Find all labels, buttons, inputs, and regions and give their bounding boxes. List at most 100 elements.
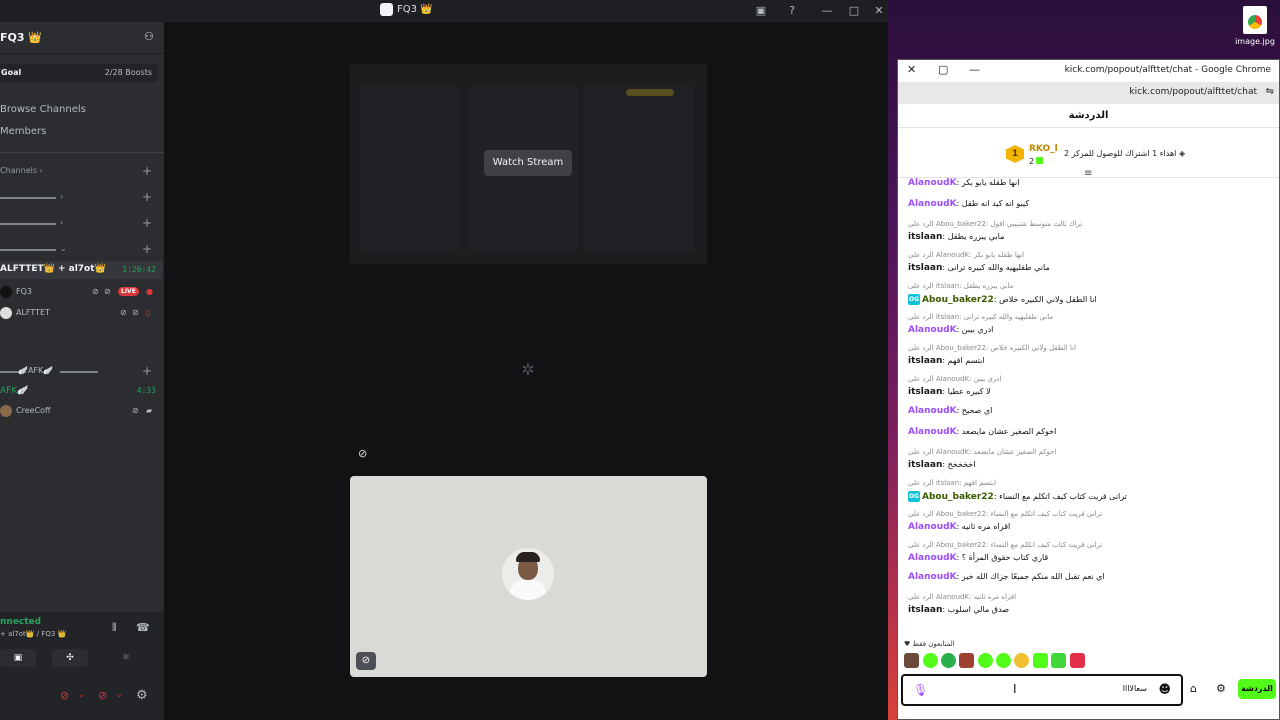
boost-goal[interactable]: Goal 2/28 Boosts xyxy=(0,64,158,82)
reply-context[interactable]: الرد على itslaan: ماني طقليهيه والله كبي… xyxy=(908,313,1053,321)
mic-icon[interactable]: 🎙 xyxy=(913,683,928,697)
chat-message: itslaan: لا كبيره عطيا xyxy=(908,387,991,397)
emote[interactable] xyxy=(923,653,938,668)
help-icon[interactable]: ? xyxy=(783,2,801,20)
add-channel-icon[interactable]: + xyxy=(142,216,152,230)
reply-context[interactable]: الرد على AlanoudK: اخوكم الصغير عشان ماي… xyxy=(908,448,1056,456)
inbox-icon[interactable]: ▣ xyxy=(752,2,770,20)
server-header[interactable]: FQ3 👑 ⌄ ⚇ xyxy=(0,22,164,54)
chat-username[interactable]: AlanoudK xyxy=(908,325,957,335)
chat-username[interactable]: itslaan xyxy=(908,460,942,470)
add-channel-icon[interactable]: + xyxy=(142,242,152,256)
pinned-username[interactable]: RKO_l xyxy=(1029,144,1058,154)
voice-channel-path: + al7ot👑 / FQ3 👑 xyxy=(0,630,67,638)
divider-line xyxy=(0,223,56,225)
reply-context[interactable]: الرد على AlanoudK: انها طقله يابو بكر xyxy=(908,251,1024,259)
disconnect-icon[interactable]: ☎ xyxy=(136,621,150,634)
chat-username[interactable]: AlanoudK xyxy=(908,522,957,532)
chat-text: مابي يبزره يطقل xyxy=(947,232,1005,241)
emote[interactable] xyxy=(996,653,1011,668)
channels-category[interactable]: Channels › + xyxy=(0,164,160,178)
chat-message: AlanoudK: ادري بيبن xyxy=(908,325,994,335)
emote[interactable] xyxy=(1070,653,1085,668)
emote[interactable] xyxy=(904,653,919,668)
site-settings-icon[interactable]: ⇋ xyxy=(1266,86,1274,97)
members-link[interactable]: Members xyxy=(0,126,46,137)
voice-user-alfttet[interactable]: ALFTTET ⊘ ⊘ ▯ xyxy=(0,307,160,321)
chat-username[interactable]: AlanoudK xyxy=(908,406,957,416)
reply-context[interactable]: الرد على itslaan: ابتسم افهم xyxy=(908,479,996,487)
emote[interactable] xyxy=(1033,653,1048,668)
emote[interactable] xyxy=(959,653,974,668)
chat-username[interactable]: AlanoudK xyxy=(908,199,957,209)
soundboard-button[interactable]: ✱ xyxy=(108,649,144,667)
emoji-icon[interactable]: ☻ xyxy=(1158,682,1171,696)
reply-context[interactable]: الرد على AlanoudK: اقراه مره ثانيه xyxy=(908,593,1016,601)
chat-username[interactable]: Abou_baker22 xyxy=(922,492,994,502)
chat-username[interactable]: AlanoudK xyxy=(908,178,957,188)
chevron-down-icon[interactable]: ⌄ xyxy=(116,690,123,699)
chat-username[interactable]: Abou_baker22 xyxy=(922,295,994,305)
reply-context[interactable]: الرد على Abou_baker22: انا الطقل ولاني ا… xyxy=(908,344,1076,352)
voice-channel-active[interactable]: ALFTTET👑 + al7ot👑 1:26:42 xyxy=(0,261,162,279)
desktop-file-icon[interactable]: image.jpg xyxy=(1235,6,1275,46)
avatar xyxy=(0,286,12,298)
stream-preview-card[interactable]: Watch Stream xyxy=(350,64,707,264)
store-icon[interactable]: ⌂ xyxy=(1190,682,1197,695)
reply-context[interactable]: الرد على itslaan: مابي يبزره يطقل xyxy=(908,282,1013,290)
divider xyxy=(0,152,164,153)
settings-gear-icon[interactable]: ⚙ xyxy=(136,688,148,703)
chat-username[interactable]: AlanoudK xyxy=(908,427,957,437)
camera-button[interactable]: ▣ xyxy=(0,649,36,667)
address-bar[interactable]: kick.com/popout/alfttet/chat ⇋ xyxy=(898,82,1279,104)
camera-tile[interactable]: ⊘ xyxy=(350,476,707,677)
noise-suppression-icon[interactable]: ⫴ xyxy=(112,621,117,635)
rank-badge: 1 xyxy=(1006,145,1024,163)
screen-share-icon: ● xyxy=(146,287,153,296)
chat-text: انها طقله يابو بكر xyxy=(961,178,1020,187)
emote[interactable] xyxy=(1014,653,1029,668)
chat-input[interactable]: 🎙 I سعالاااا ☻ xyxy=(901,674,1183,706)
chat-username[interactable]: itslaan xyxy=(908,605,942,615)
chat-username[interactable]: itslaan xyxy=(908,263,942,273)
avatar xyxy=(0,307,12,319)
chat-text: كيبو انه كيد انه طقل xyxy=(961,199,1030,208)
chevron-down-icon[interactable]: ⌄ xyxy=(78,690,85,699)
browse-channels-link[interactable]: Browse Channels xyxy=(0,104,86,115)
emote[interactable] xyxy=(941,653,956,668)
maximize-button[interactable]: □ xyxy=(845,2,863,20)
add-channel-icon[interactable]: + xyxy=(142,164,152,178)
text-cursor-icon: I xyxy=(1013,682,1017,696)
watch-stream-button[interactable]: Watch Stream xyxy=(484,150,572,176)
chat-messages: AlanoudK: انها طقله يابو بكر AlanoudK: كي… xyxy=(898,178,1279,638)
close-button[interactable]: ✕ xyxy=(870,2,888,20)
chat-username[interactable]: itslaan xyxy=(908,387,942,397)
voice-channel-afk[interactable]: AFK🪽 4:33 xyxy=(0,385,162,399)
emote[interactable] xyxy=(1051,653,1066,668)
minimize-button[interactable]: — xyxy=(818,2,836,20)
chat-username[interactable]: AlanoudK xyxy=(908,572,957,582)
reply-context[interactable]: الرد على Abou_baker22: تراك ثالث متوسط ش… xyxy=(908,220,1082,228)
activities-button[interactable]: ✣ xyxy=(52,649,88,667)
reply-context[interactable]: الرد على AlanoudK: ادري بيبن xyxy=(908,375,1001,383)
hide-video-icon[interactable]: ⊘ xyxy=(358,447,367,460)
emote[interactable] xyxy=(978,653,993,668)
add-user-icon[interactable]: ⚇ xyxy=(144,30,154,43)
hide-video-icon[interactable]: ⊘ xyxy=(356,652,376,670)
voice-user-fq3[interactable]: FQ3 ⊘ ⊘ LIVE ● xyxy=(0,286,160,300)
reply-context[interactable]: الرد على Abou_baker22: ترانى قريت كتاب ك… xyxy=(908,510,1102,518)
add-channel-icon[interactable]: + xyxy=(142,364,152,378)
chat-username[interactable]: AlanoudK xyxy=(908,553,957,563)
voice-user-creecoff[interactable]: CreeCoff ⊘ ▰ xyxy=(0,405,160,419)
settings-gear-icon[interactable]: ⚙ xyxy=(1216,682,1226,695)
minimize-icon[interactable]: — xyxy=(969,63,980,76)
chat-username[interactable]: itslaan xyxy=(908,356,942,366)
reply-context[interactable]: الرد على Abou_baker22: ترانى قريت كتاب ك… xyxy=(908,541,1102,549)
close-icon[interactable]: ✕ xyxy=(907,63,916,76)
chat-username[interactable]: itslaan xyxy=(908,232,942,242)
add-channel-icon[interactable]: + xyxy=(142,190,152,204)
send-chat-button[interactable]: الدردشة xyxy=(1238,679,1276,699)
mute-mic-icon[interactable]: ⊘ xyxy=(60,689,69,702)
deafen-icon[interactable]: ⊘ xyxy=(98,689,107,702)
restore-icon[interactable]: ▢ xyxy=(938,63,948,76)
